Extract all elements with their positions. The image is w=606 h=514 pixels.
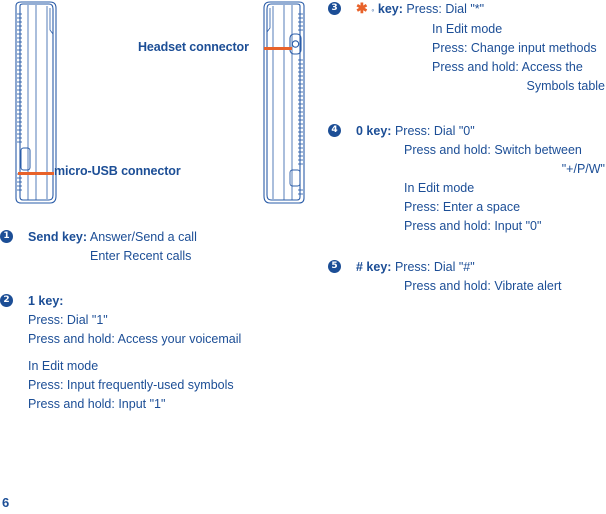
entry-spacer xyxy=(328,96,606,122)
entry-line-zero-wrap: "+/P/W" xyxy=(561,162,605,176)
entry-marker-3: 3 xyxy=(328,2,341,15)
entry-line-star-2: Press: Change input methods xyxy=(432,41,597,55)
callout-label-micro-usb: micro-USB connector xyxy=(54,164,181,178)
entry-term-zero: 0 key: xyxy=(356,124,392,138)
key-list-right-column: 3 ✱ ◦ key: Press: Dial "*" In Edit mode … xyxy=(328,0,606,296)
key-entry-one: 2 1 key: Press: Dial "1" Press and hold:… xyxy=(0,292,320,414)
page-number: 6 xyxy=(2,495,10,510)
entry-term-star: ✱ ◦ key: xyxy=(356,0,403,16)
entry-head-send: Answer/Send a call xyxy=(89,230,197,244)
entry-block-gap xyxy=(28,349,320,357)
entry-marker-5: 5 xyxy=(328,260,341,273)
entry-term-hash: # key: xyxy=(356,260,392,274)
entry-line-zero-1: Press and hold: Switch between xyxy=(404,143,582,157)
entry-line-star-1: In Edit mode xyxy=(432,22,503,36)
entry-line-send-1: Enter Recent calls xyxy=(90,249,192,263)
key-entry-zero: 4 0 key: Press: Dial "0" Press and hold:… xyxy=(328,122,606,236)
asterisk-icon: ✱ xyxy=(356,0,368,16)
entry-term-send: Send key: xyxy=(28,230,88,244)
entry-line-one-4: Press: Input frequently-used symbols xyxy=(28,378,234,392)
key-list-left-column: 1 Send key: Answer/Send a call Enter Rec… xyxy=(0,228,320,414)
entry-line-zero-3: Press: Enter a space xyxy=(404,200,521,214)
entry-line-star-3: Press and hold: Access the xyxy=(432,60,583,74)
entry-marker-4: 4 xyxy=(328,124,341,137)
manual-page: Headset connector micro-USB connector 1 … xyxy=(0,0,606,514)
key-entry-hash: 5 # key: Press: Dial "#" Press and hold:… xyxy=(328,258,606,296)
entry-line-star-wrap: Symbols table xyxy=(526,79,605,93)
entry-line-one-5: Press and hold: Input "1" xyxy=(28,397,166,411)
entry-line-one-2: Press and hold: Access your voicemail xyxy=(28,332,242,346)
phone-side-view-right xyxy=(263,1,305,204)
entry-line-one-1: Press: Dial "1" xyxy=(28,313,108,327)
key-entry-star: 3 ✱ ◦ key: Press: Dial "*" In Edit mode … xyxy=(328,0,606,96)
entry-marker-2: 2 xyxy=(0,294,13,307)
entry-term-star-label: key: xyxy=(377,2,403,16)
callout-label-headset: Headset connector xyxy=(138,40,249,54)
entry-head-star: Press: Dial "*" xyxy=(406,2,485,16)
entry-spacer xyxy=(0,266,320,292)
entry-line-zero-4: Press and hold: Input "0" xyxy=(404,219,542,233)
entry-marker-1: 1 xyxy=(0,230,13,243)
entry-line-zero-2: In Edit mode xyxy=(404,181,475,195)
key-entry-send: 1 Send key: Answer/Send a call Enter Rec… xyxy=(0,228,320,266)
entry-head-zero: Press: Dial "0" xyxy=(394,124,475,138)
entry-spacer xyxy=(328,236,606,258)
entry-line-one-3: In Edit mode xyxy=(28,359,99,373)
phone-illustration: Headset connector micro-USB connector xyxy=(0,0,320,220)
leader-line-micro-usb xyxy=(18,172,54,175)
entry-term-one: 1 key: xyxy=(28,294,64,308)
entry-line-hash-1: Press and hold: Vibrate alert xyxy=(404,279,562,293)
ring-icon: ◦ xyxy=(371,5,375,15)
entry-head-hash: Press: Dial "#" xyxy=(394,260,475,274)
leader-line-headset xyxy=(264,47,292,50)
